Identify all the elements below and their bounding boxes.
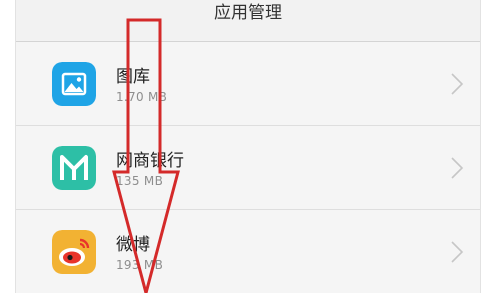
mybank-icon <box>52 146 96 190</box>
app-size: 193 MB <box>116 258 164 272</box>
chevron-right-icon <box>451 73 464 95</box>
app-list-item-weibo[interactable]: 微博 193 MB <box>16 210 480 293</box>
app-name: 微博 <box>116 235 150 255</box>
app-size: 1.70 MB <box>116 90 168 104</box>
chevron-right-icon <box>451 157 464 179</box>
top-bar: 应用管理 <box>16 0 480 42</box>
chevron-right-icon <box>451 241 464 263</box>
app-name: 图库 <box>116 67 150 87</box>
app-list-item-mybank[interactable]: 网商银行 135 MB <box>16 126 480 210</box>
app-list: 图库 1.70 MB 网商银行 135 MB 微博 193 MB <box>16 42 480 293</box>
app-name: 网商银行 <box>116 151 184 171</box>
app-size: 135 MB <box>116 174 164 188</box>
weibo-icon <box>52 230 96 274</box>
app-list-item-gallery[interactable]: 图库 1.70 MB <box>16 42 480 126</box>
page-title: 应用管理 <box>214 3 282 23</box>
gallery-icon <box>52 62 96 106</box>
device-frame-left <box>0 0 16 293</box>
device-frame-right <box>480 0 500 293</box>
app-management-screen: 应用管理 图库 1.70 MB 网商银行 135 MB 微博 193 MB <box>16 0 480 293</box>
